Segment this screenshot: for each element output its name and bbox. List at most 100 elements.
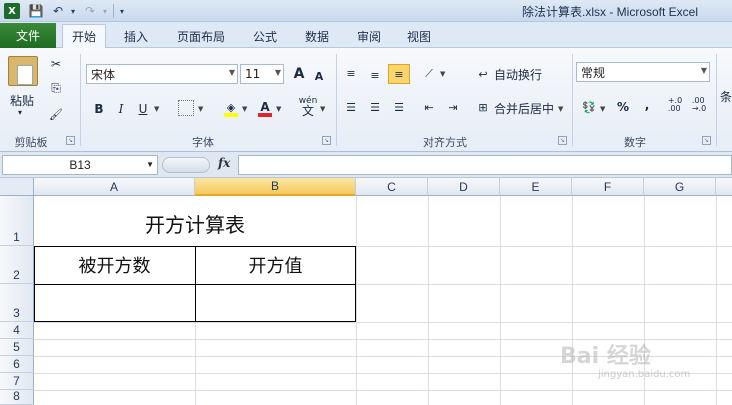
cell-a1-title[interactable]: 开方计算表 [34, 196, 356, 246]
name-box[interactable]: B13 ▼ [2, 155, 158, 175]
wrap-text-button[interactable]: 自动换行 [494, 66, 542, 83]
copy-icon[interactable]: ⎘ [48, 80, 64, 96]
align-right-icon[interactable]: ☰ [390, 98, 408, 116]
underline-button[interactable]: U [134, 100, 152, 118]
border-dropdown-icon[interactable]: ▼ [198, 105, 203, 113]
percent-button[interactable]: % [614, 98, 632, 116]
orientation-icon[interactable]: ⟋ [420, 65, 438, 83]
tab-page-layout[interactable]: 页面布局 [168, 25, 234, 48]
number-format-select[interactable]: 常规 ▼ [576, 62, 710, 82]
shrink-font-button[interactable]: A [310, 67, 328, 85]
tab-data[interactable]: 数据 [296, 25, 338, 48]
italic-button[interactable]: I [112, 100, 130, 118]
formula-bar-handle[interactable] [162, 157, 210, 173]
insert-function-icon[interactable]: fx [218, 156, 230, 170]
ribbon-tabs: 文件 开始 插入 页面布局 公式 数据 审阅 视图 [0, 22, 732, 48]
formula-bar: B13 ▼ fx [0, 152, 732, 178]
row-header-6[interactable]: 6 [0, 356, 34, 373]
fill-color-dropdown-icon[interactable]: ▼ [242, 105, 247, 113]
align-top-icon[interactable]: ≡ [342, 64, 360, 82]
select-all-button[interactable] [0, 178, 34, 196]
save-icon[interactable]: 💾 [28, 2, 44, 20]
cell-a2[interactable]: 被开方数 [34, 246, 195, 284]
font-size-select[interactable]: 11 ▼ [240, 64, 284, 84]
orientation-dropdown-icon[interactable]: ▼ [440, 70, 445, 78]
undo-dropdown-icon[interactable]: ▾ [68, 2, 78, 20]
cut-icon[interactable]: ✂ [48, 56, 64, 72]
window-title: 除法计算表.xlsx - Microsoft Excel [522, 5, 699, 19]
paste-dropdown-icon[interactable]: ▾ [18, 108, 22, 117]
paste-button[interactable]: 粘贴 [10, 92, 34, 109]
chevron-down-icon: ▼ [274, 68, 281, 77]
column-header-f[interactable]: F [572, 178, 644, 196]
customize-quick-access-icon[interactable]: ▾ [117, 2, 127, 20]
group-label-clipboard: 剪贴板 [14, 136, 48, 149]
tab-home[interactable]: 开始 [62, 24, 106, 48]
font-launcher-icon[interactable]: ↘ [322, 136, 331, 145]
row-header-2[interactable]: 2 [0, 246, 34, 284]
column-header-g[interactable]: G [644, 178, 716, 196]
group-separator [572, 54, 573, 146]
tab-view[interactable]: 视图 [398, 25, 440, 48]
row-header-8[interactable]: 8 [0, 389, 34, 405]
excel-app-icon[interactable]: X [4, 3, 20, 19]
group-separator [716, 54, 717, 146]
clipboard-launcher-icon[interactable]: ↘ [66, 136, 75, 145]
row-header-1[interactable]: 1 [0, 196, 34, 246]
tab-review[interactable]: 审阅 [348, 25, 390, 48]
underline-dropdown-icon[interactable]: ▼ [154, 105, 159, 113]
merge-dropdown-icon[interactable]: ▼ [558, 105, 563, 113]
paste-icon[interactable] [8, 56, 38, 86]
tab-formulas[interactable]: 公式 [244, 25, 286, 48]
row-header-4[interactable]: 4 [0, 322, 34, 339]
fill-color-icon[interactable]: ◈ [222, 98, 240, 117]
redo-icon[interactable]: ↷ [82, 2, 98, 20]
tab-insert[interactable]: 插入 [114, 25, 158, 48]
cell-a3[interactable] [34, 284, 195, 322]
column-header-a[interactable]: A [34, 178, 195, 196]
column-header-b[interactable]: B [195, 178, 356, 196]
formula-input[interactable] [238, 155, 732, 175]
phonetic-dropdown-icon[interactable]: ▼ [320, 105, 325, 113]
number-launcher-icon[interactable]: ↘ [702, 136, 711, 145]
row-header-7[interactable]: 7 [0, 373, 34, 390]
border-icon[interactable] [178, 100, 194, 116]
font-color-icon[interactable]: A [256, 98, 274, 117]
font-color-dropdown-icon[interactable]: ▼ [276, 105, 281, 113]
align-bottom-icon[interactable]: ≡ [388, 64, 410, 84]
currency-dropdown-icon[interactable]: ▼ [600, 105, 605, 113]
row-header-5[interactable]: 5 [0, 339, 34, 356]
column-header-e[interactable]: E [500, 178, 572, 196]
cell-b2[interactable]: 开方值 [195, 246, 356, 284]
group-label-number: 数字 [624, 136, 646, 149]
merge-center-icon[interactable]: ⊞ [474, 98, 492, 116]
format-painter-icon[interactable]: 🖌 [48, 106, 64, 122]
cell-b3[interactable] [195, 284, 356, 322]
decrease-decimal-button[interactable]: .00 →.0 [690, 96, 708, 114]
column-header-partial[interactable] [716, 178, 732, 196]
redo-dropdown-icon[interactable]: ▾ [100, 2, 110, 20]
merge-center-button[interactable]: 合并后居中 [494, 100, 554, 117]
column-header-c[interactable]: C [356, 178, 428, 196]
align-center-icon[interactable]: ☰ [366, 98, 384, 116]
increase-indent-icon[interactable]: ⇥ [444, 98, 462, 116]
title-bar: X 💾 ↶ ▾ ↷ ▾ ▾ 除法计算表.xlsx - Microsoft Exc… [0, 0, 732, 22]
align-middle-icon[interactable]: ≡ [366, 66, 384, 84]
currency-icon[interactable]: 💱 [580, 98, 598, 116]
comma-button[interactable]: , [638, 96, 656, 114]
tab-file[interactable]: 文件 [0, 23, 56, 48]
undo-icon[interactable]: ↶ [50, 2, 66, 20]
styles-group-partial[interactable]: 条 [720, 88, 732, 105]
row-header-3[interactable]: 3 [0, 284, 34, 322]
wrap-text-icon[interactable]: ↩ [474, 65, 492, 83]
bold-button[interactable]: B [90, 100, 108, 118]
increase-decimal-button[interactable]: +.0 .00 [666, 96, 684, 114]
phonetic-icon[interactable]: wén 文 [296, 94, 320, 118]
group-label-alignment: 对齐方式 [423, 136, 467, 149]
font-name-select[interactable]: 宋体 ▼ [86, 64, 238, 84]
grow-font-button[interactable]: A [290, 65, 308, 83]
column-header-d[interactable]: D [428, 178, 500, 196]
align-left-icon[interactable]: ☰ [342, 98, 360, 116]
alignment-launcher-icon[interactable]: ↘ [558, 136, 567, 145]
decrease-indent-icon[interactable]: ⇤ [420, 98, 438, 116]
